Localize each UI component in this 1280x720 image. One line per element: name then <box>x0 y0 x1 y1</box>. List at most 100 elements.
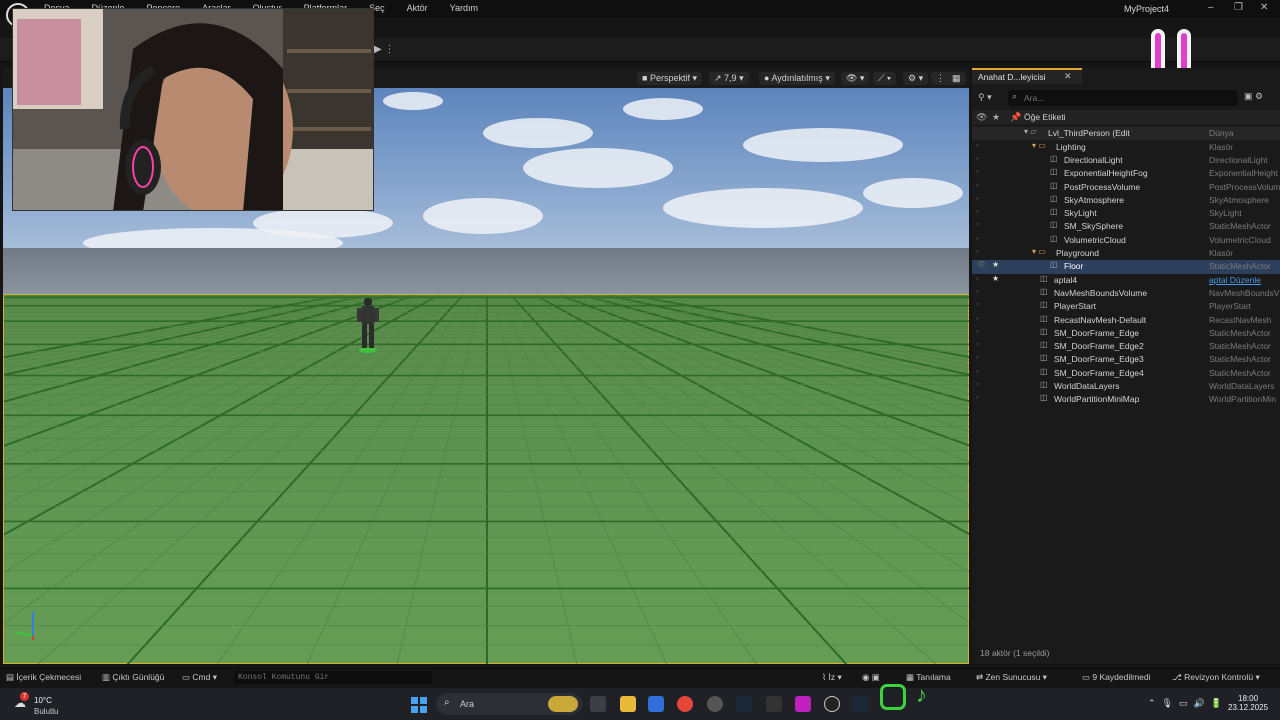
star-icon[interactable]: ★ <box>992 112 1000 123</box>
outliner-row[interactable]: ▫ ◫ RecastNavMesh-Default RecastNavMesh <box>972 314 1280 327</box>
layout-icon[interactable]: ▦ <box>947 72 966 85</box>
menu-actor[interactable]: Aktör <box>407 3 428 13</box>
outliner-row[interactable]: ▫ ◫ PostProcessVolume PostProcessVolum <box>972 181 1280 194</box>
unreal-taskbar-icon[interactable] <box>824 696 840 712</box>
output-log-button[interactable]: ▥ Çıktı Günlüğü <box>102 672 164 683</box>
visibility-icon[interactable]: ▫ <box>976 380 979 389</box>
taskbar-search[interactable]: ⌕ Ara <box>436 693 582 715</box>
visibility-icon[interactable]: ▫ <box>976 167 979 176</box>
zen-server-button[interactable]: ⇄ Zen Sunucusu ▾ <box>976 672 1047 683</box>
play-options-icon[interactable]: ▶ ⋮ <box>374 44 394 55</box>
row-type: StaticMeshActor <box>1209 261 1271 272</box>
github-icon[interactable] <box>707 696 723 712</box>
outliner-row[interactable]: ▫ ◫ WorldDataLayers WorldDataLayers <box>972 380 1280 393</box>
trace-button[interactable]: ⌇ İz ▾ <box>822 672 842 683</box>
outliner-row[interactable]: ▫ ▾ ▭ Playground Klasör <box>972 247 1280 260</box>
steam2-icon[interactable] <box>852 696 868 712</box>
outliner-row[interactable]: ▫ ◫ SM_DoorFrame_Edge2 StaticMeshActor <box>972 340 1280 353</box>
outliner-row[interactable]: 👁 ★ ◫ Floor StaticMeshActor <box>972 260 1280 274</box>
camera-speed-button[interactable]: ↗ 7,9 ▾ <box>709 72 749 85</box>
visibility-icon[interactable]: ▫ <box>976 154 979 163</box>
star-icon[interactable]: ★ <box>992 260 999 269</box>
outliner-row[interactable]: ▫ ◫ SkyLight SkyLight <box>972 207 1280 220</box>
tiktok-icon: ♪ <box>916 682 927 707</box>
search-input[interactable] <box>1024 92 1224 104</box>
minimize-icon[interactable]: – <box>1208 2 1214 13</box>
menu-help[interactable]: Yardım <box>450 3 478 13</box>
visibility-icon[interactable]: ▫ <box>976 194 979 203</box>
lit-mode-label: Aydınlatılmış <box>771 73 823 83</box>
visibility-icon[interactable]: ▫ <box>976 247 979 256</box>
visibility-icon[interactable]: ▫ <box>976 181 979 190</box>
visibility-icon[interactable]: ▫ <box>976 220 979 229</box>
character-mannequin[interactable] <box>357 296 379 354</box>
outliner-row[interactable]: ▫ ◫ WorldPartitionMiniMap WorldPartitionMin <box>972 393 1280 406</box>
visibility-icon[interactable]: ▫ <box>976 274 979 283</box>
settings-icon[interactable]: ⚙ ▾ <box>903 72 929 85</box>
visibility-icon[interactable]: ▫ <box>976 327 979 336</box>
filter-icon[interactable]: ⚲ ▾ <box>978 92 992 103</box>
app-icon[interactable] <box>795 696 811 712</box>
visibility-icon[interactable]: ▫ <box>976 207 979 216</box>
maximize-icon[interactable]: ❐ <box>1234 2 1243 13</box>
outliner-row[interactable]: ▫ ◫ PlayerStart PlayerStart <box>972 300 1280 313</box>
outliner-row[interactable]: ▫ ▾ ▭ Lighting Klasör <box>972 141 1280 154</box>
outliner-row[interactable]: ▫ ◫ SM_DoorFrame_Edge3 StaticMeshActor <box>972 353 1280 366</box>
transform-icon[interactable]: ⟋ ▾ <box>873 72 897 85</box>
lit-mode-button[interactable]: ● Aydınlatılmış ▾ <box>759 72 835 85</box>
item-label-header[interactable]: Öğe Etiketi <box>1024 112 1066 122</box>
visibility-icon[interactable]: ▫ <box>976 340 979 349</box>
visibility-icon[interactable]: ▫ <box>976 314 979 323</box>
outliner-row[interactable]: ▫ ◫ VolumetricCloud VolumetricCloud <box>972 234 1280 247</box>
console-input[interactable] <box>234 671 432 684</box>
clock[interactable]: 18:00 23.12.2025 <box>1228 694 1268 712</box>
perspective-button[interactable]: ■ Perspektif ▾ <box>637 72 702 85</box>
show-icon[interactable]: 👁 ▾ <box>841 72 870 85</box>
close-icon[interactable]: ✕ <box>1064 71 1072 82</box>
mesh-icon: ◫ <box>1040 366 1048 376</box>
steam-icon[interactable] <box>736 696 752 712</box>
revision-control-button[interactable]: ⎇ Revizyon Kontrolü ▾ <box>1172 672 1260 683</box>
task-view-icon[interactable] <box>590 696 606 712</box>
visibility-icon[interactable]: ▫ <box>976 393 979 402</box>
diagnostics-button[interactable]: ▦ Tanılama <box>906 672 951 683</box>
visibility-icon[interactable]: ▫ <box>976 300 979 309</box>
mesh-icon: ◫ <box>1050 260 1058 270</box>
pin-icon[interactable]: 📌 <box>1010 112 1021 123</box>
level-row[interactable]: ▾ ▱ Lvl_ThirdPerson (Edit Dünya <box>972 127 1280 141</box>
visibility-icon[interactable]: ▫ <box>976 353 979 362</box>
outliner-row[interactable]: ▫ ◫ SM_SkySphere StaticMeshActor <box>972 220 1280 233</box>
star-icon[interactable]: ★ <box>992 274 999 283</box>
folder-settings-icons[interactable]: ▣ ⚙ <box>1244 91 1263 102</box>
tab-outliner[interactable]: Anahat D...leyicisi ✕ <box>972 68 1082 84</box>
chrome-icon[interactable] <box>677 696 693 712</box>
outliner-row[interactable]: ▫ ◫ SM_DoorFrame_Edge StaticMeshActor <box>972 327 1280 340</box>
visibility-icon[interactable]: 👁 <box>976 260 986 269</box>
outliner-row[interactable]: ▫ ◫ ExponentialHeightFog ExponentialHeight <box>972 167 1280 180</box>
visibility-icon[interactable]: ▫ <box>976 234 979 243</box>
store-icon[interactable] <box>648 696 664 712</box>
visibility-icon[interactable]: ▫ <box>976 287 979 296</box>
epic-games-icon[interactable] <box>766 696 782 712</box>
visibility-icon[interactable]: ▫ <box>976 367 979 376</box>
eye-icon[interactable]: 👁 <box>976 112 987 123</box>
record-icons[interactable]: ◉ ▣ <box>862 672 880 683</box>
floor-mesh[interactable] <box>3 294 969 664</box>
outliner-row[interactable]: ▫ ◫ NavMeshBoundsVolume NavMeshBoundsV <box>972 287 1280 300</box>
file-explorer-icon[interactable] <box>620 696 636 712</box>
content-drawer-button[interactable]: ▤ İçerik Çekmecesi <box>6 672 81 683</box>
row-type[interactable]: aptal Düzenle <box>1209 275 1261 285</box>
unsaved-button[interactable]: ▭ 9 Kaydedilmedi <box>1082 672 1151 683</box>
taskbar-search-label: Ara <box>460 699 475 709</box>
outliner-row[interactable]: ▫ ◫ SM_DoorFrame_Edge4 StaticMeshActor <box>972 367 1280 380</box>
row-name: PostProcessVolume <box>1064 181 1141 192</box>
cmd-dropdown[interactable]: ▭ Cmd ▾ <box>182 672 217 683</box>
close-icon[interactable]: ✕ <box>1260 2 1268 13</box>
windows-start-icon[interactable] <box>411 697 427 713</box>
visibility-icon[interactable]: ▫ <box>976 141 979 150</box>
outliner-row[interactable]: ▫ ◫ DirectionalLight DirectionalLight <box>972 154 1280 167</box>
system-tray[interactable]: ⌃🎙▭🔊🔋 <box>1148 698 1228 709</box>
axis-gizmo-icon <box>14 612 34 640</box>
outliner-row[interactable]: ▫ ◫ SkyAtmosphere SkyAtmosphere <box>972 194 1280 207</box>
outliner-row[interactable]: ▫ ★ ◫ aptal4 aptal Düzenle <box>972 274 1280 287</box>
